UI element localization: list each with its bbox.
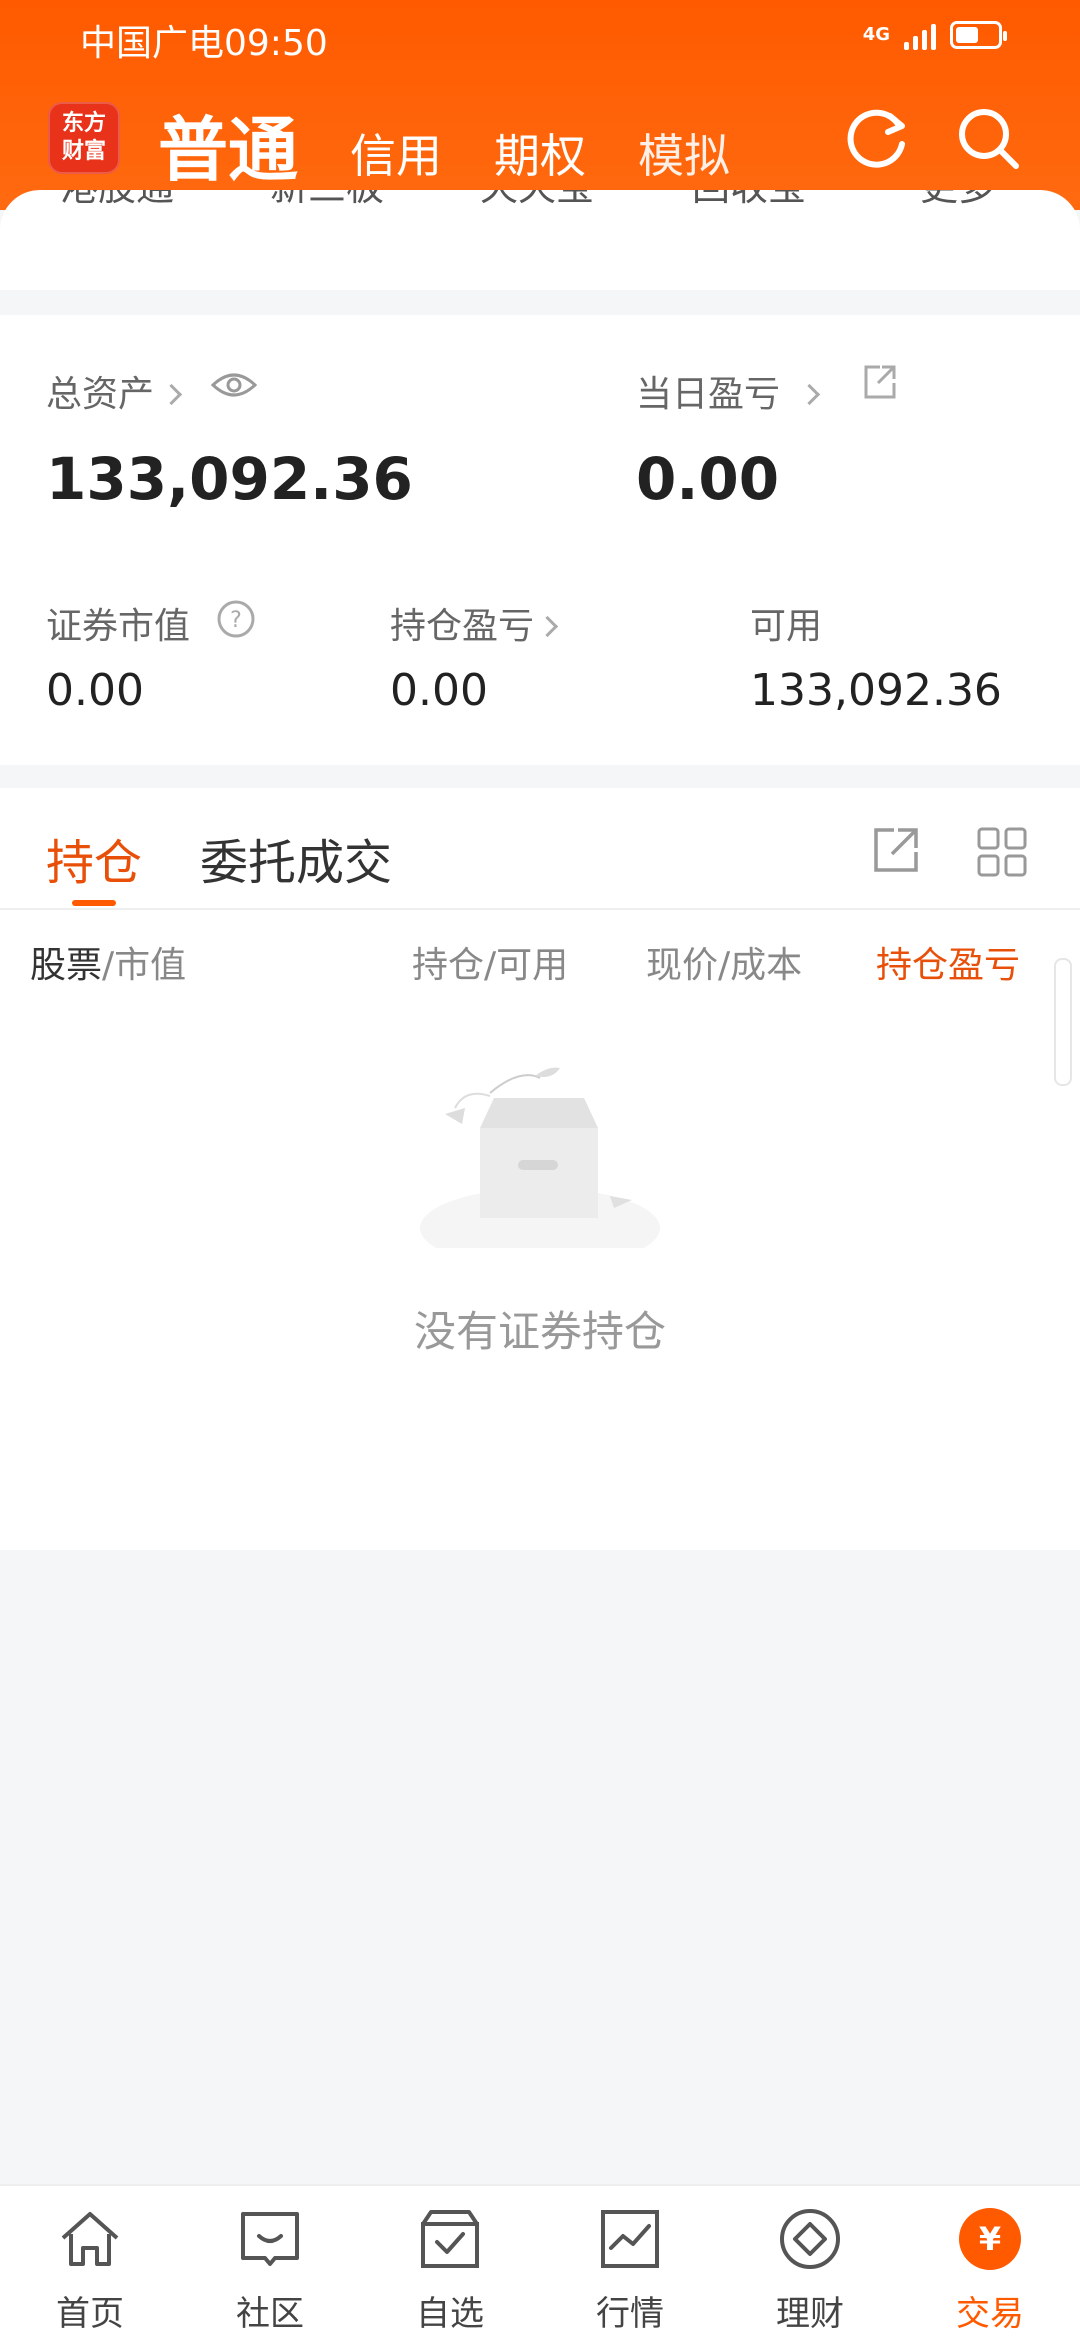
- status-bar: 中国广电09:50 4G: [0, 0, 1080, 72]
- scrollbar[interactable]: [1054, 958, 1072, 1086]
- nav-home[interactable]: 首页: [30, 2204, 150, 2335]
- app-header: 中国广电09:50 4G 东方财富 普通 信用 期权 模拟: [0, 0, 1080, 210]
- nav-home-label: 首页: [56, 2294, 124, 2334]
- nav-market[interactable]: 行情: [570, 2204, 690, 2335]
- grid-icon[interactable]: [976, 826, 1028, 878]
- col-pl-text: 持仓盈亏: [876, 945, 1021, 986]
- daily-pl-value: 0.00: [636, 445, 780, 513]
- market-value-label: 证券市值: [46, 606, 191, 647]
- available-value: 133,092.36: [750, 665, 1002, 716]
- col-market-text: /市值: [102, 945, 187, 986]
- share-icon[interactable]: [860, 363, 900, 403]
- carrier-time: 中国广电09:50: [80, 23, 328, 64]
- market-value: 0.00: [46, 665, 144, 716]
- network-type: 4G: [862, 24, 890, 45]
- search-icon[interactable]: [954, 104, 1024, 174]
- position-pl-label[interactable]: 持仓盈亏: [390, 597, 559, 649]
- shortcut-tiantianbao[interactable]: 天天宝: [480, 190, 594, 211]
- shortcut-neeq[interactable]: 新三板: [270, 190, 384, 211]
- help-icon[interactable]: ?: [216, 599, 256, 639]
- available-label: 可用: [750, 606, 823, 647]
- active-tab-indicator: [72, 900, 116, 906]
- nav-watchlist-label: 自选: [416, 2294, 484, 2334]
- shortcut-hk-connect[interactable]: 港股通: [60, 190, 174, 211]
- nav-watchlist[interactable]: 自选: [390, 2204, 510, 2335]
- market-icon: [601, 2210, 659, 2268]
- shortcut-huishoubao[interactable]: 回收宝: [692, 190, 806, 211]
- empty-state-text: 没有证券持仓: [413, 1307, 666, 1356]
- position-pl-value: 0.00: [390, 665, 488, 716]
- total-assets-text: 总资产: [46, 374, 155, 415]
- chevron-right-icon: [160, 383, 183, 406]
- total-assets-value: 133,092.36: [46, 445, 413, 513]
- battery-icon: [950, 21, 1007, 49]
- bottom-nav: 首页 社区 自选 行情 理财 ¥ 交易: [0, 2184, 1080, 2342]
- tab-options[interactable]: 期权: [494, 120, 586, 186]
- asset-summary: 总资产 133,092.36 当日盈亏 0.00 证券市值 ? 0.00 持仓盈…: [0, 315, 1080, 765]
- signal-icon: [904, 20, 936, 50]
- tab-orders[interactable]: 委托成交: [200, 823, 392, 893]
- account-type-nav: 东方财富 普通 信用 期权 模拟: [0, 90, 1080, 191]
- shortcut-bar: 港股通 新三板 天天宝 回收宝 更多: [0, 190, 1080, 290]
- chevron-right-icon: [798, 383, 821, 406]
- status-icons: 4G: [862, 20, 1007, 50]
- watchlist-icon: [421, 2210, 479, 2268]
- nav-market-label: 行情: [596, 2294, 664, 2334]
- app-logo[interactable]: 东方财富: [48, 102, 120, 174]
- share-icon[interactable]: [870, 826, 920, 876]
- position-pl-text: 持仓盈亏: [390, 606, 535, 647]
- tab-positions[interactable]: 持仓: [46, 823, 142, 893]
- home-icon: [61, 2212, 119, 2266]
- nav-trade[interactable]: ¥ 交易: [930, 2204, 1050, 2335]
- shortcut-more[interactable]: 更多: [920, 190, 996, 211]
- refresh-icon[interactable]: [842, 104, 912, 174]
- nav-wealth-label: 理财: [776, 2294, 844, 2334]
- chevron-right-icon: [536, 615, 559, 638]
- logo-text: 东方财富: [61, 111, 106, 164]
- community-icon: [241, 2212, 299, 2266]
- nav-community-label: 社区: [236, 2294, 304, 2334]
- empty-box-icon: [420, 1067, 660, 1248]
- tab-normal[interactable]: 普通: [158, 94, 298, 195]
- daily-pl-label[interactable]: 当日盈亏: [636, 365, 821, 417]
- svg-text:¥: ¥: [979, 2220, 1001, 2258]
- positions-panel: 持仓 委托成交 股票/市值 持仓/可用 现价/成本 持仓盈亏 没有证券持仓: [0, 788, 1080, 1550]
- tab-simulated[interactable]: 模拟: [638, 120, 730, 186]
- wealth-icon: [780, 2209, 840, 2269]
- divider: [0, 908, 1080, 910]
- col-stock[interactable]: 股票/市值: [30, 936, 186, 988]
- nav-community[interactable]: 社区: [210, 2204, 330, 2335]
- nav-wealth[interactable]: 理财: [750, 2204, 870, 2335]
- col-stock-text: 股票: [30, 945, 103, 986]
- svg-text:?: ?: [230, 608, 242, 633]
- eye-icon[interactable]: [210, 367, 258, 403]
- trade-icon: ¥: [959, 2208, 1021, 2270]
- daily-pl-text: 当日盈亏: [636, 374, 781, 415]
- col-position-pl[interactable]: 持仓盈亏: [876, 936, 1056, 988]
- tab-credit[interactable]: 信用: [350, 120, 442, 186]
- nav-trade-label: 交易: [956, 2294, 1024, 2334]
- total-assets-label[interactable]: 总资产: [46, 365, 183, 417]
